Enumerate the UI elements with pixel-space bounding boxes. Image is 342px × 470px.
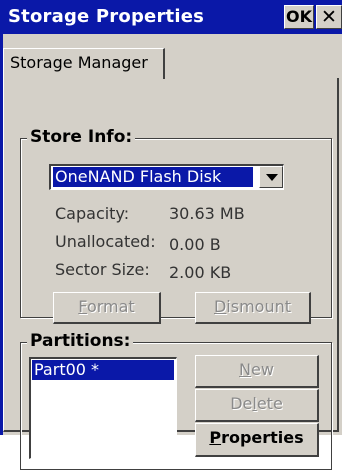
- properties-button[interactable]: Properties: [195, 423, 319, 457]
- store-select[interactable]: OneNAND Flash Disk: [49, 164, 284, 190]
- capacity-label: Capacity:: [55, 204, 130, 223]
- store-info-label: Store Info:: [27, 127, 136, 147]
- properties-button-label: Properties: [209, 428, 304, 447]
- ok-button[interactable]: OK: [284, 5, 314, 29]
- new-button[interactable]: New: [195, 355, 319, 388]
- partitions-group: Partitions: Part00 * New Delete Properti…: [20, 331, 332, 470]
- tab-storage-manager[interactable]: Storage Manager: [3, 48, 165, 79]
- dismount-button[interactable]: Dismount: [195, 292, 311, 324]
- tab-page: Store Info: OneNAND Flash Disk Capacity:…: [3, 78, 339, 470]
- format-button-label: Format: [78, 297, 135, 316]
- dismount-button-label: Dismount: [213, 297, 292, 316]
- unallocated-label: Unallocated:: [55, 232, 156, 251]
- chevron-down-icon[interactable]: [259, 166, 283, 188]
- store-info-group: Store Info: OneNAND Flash Disk Capacity:…: [20, 127, 332, 324]
- list-item[interactable]: Part00 *: [32, 360, 174, 380]
- window-title: Storage Properties: [8, 6, 205, 27]
- format-button[interactable]: Format: [53, 292, 161, 324]
- close-button[interactable]: ✕: [316, 5, 342, 29]
- capacity-value: 30.63 MB: [169, 204, 245, 223]
- delete-button[interactable]: Delete: [195, 389, 319, 422]
- window-frame-edge: [0, 34, 3, 435]
- delete-button-label: Delete: [230, 394, 283, 413]
- partitions-list[interactable]: Part00 *: [29, 357, 177, 459]
- sector-size-value: 2.00 KB: [169, 263, 232, 282]
- new-button-label: New: [239, 360, 274, 379]
- sector-size-label: Sector Size:: [55, 260, 150, 279]
- dialog-body: Storage Manager Store Info: OneNAND Flas…: [0, 34, 342, 470]
- title-bar: Storage Properties OK ✕: [0, 0, 342, 34]
- store-select-value: OneNAND Flash Disk: [52, 166, 254, 188]
- partitions-label: Partitions:: [27, 331, 134, 351]
- unallocated-value: 0.00 B: [169, 235, 221, 254]
